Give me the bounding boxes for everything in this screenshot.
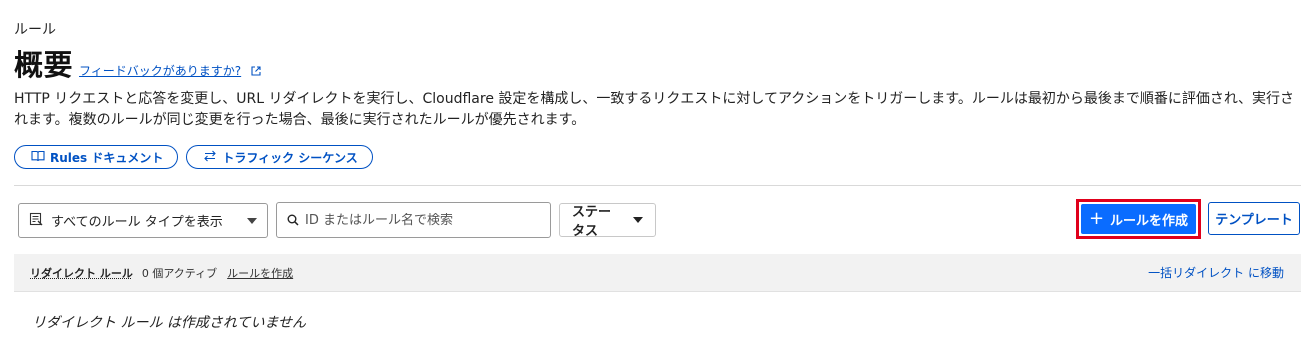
page-title: 概要 [14, 48, 74, 82]
bulk-redirect-link[interactable]: 一括リダイレクト に移動 [1148, 264, 1284, 281]
section-title: リダイレクト ルール [30, 266, 133, 280]
rule-type-select[interactable]: すべてのルール タイプを表示 [18, 203, 268, 238]
filter-list-icon [29, 212, 43, 230]
search-icon [287, 211, 299, 230]
search-input[interactable] [305, 212, 535, 228]
page-description: HTTP リクエストと応答を変更し、URL リダイレクトを実行し、Cloudfl… [14, 91, 1295, 128]
traffic-sequence-label: トラフィック シーケンス [222, 150, 358, 165]
swap-arrows-icon [203, 150, 222, 165]
empty-state-text: リダイレクト ルール は作成されていません [32, 315, 307, 331]
divider [14, 185, 1301, 186]
template-button[interactable]: テンプレート [1208, 202, 1300, 235]
active-count: 0 個アクティブ [141, 266, 218, 280]
rules-toolbar: すべてのルール タイプを表示 ステータス + ルールを作成 テンプレート [18, 199, 1300, 239]
rules-docs-button[interactable]: Rules ドキュメント [14, 145, 179, 169]
plus-icon: + [1088, 208, 1105, 229]
create-rule-button[interactable]: + ルールを作成 [1081, 204, 1196, 234]
external-link-icon[interactable] [251, 61, 261, 76]
caret-down-icon [247, 218, 257, 224]
feedback-link[interactable]: フィードバックがありますか? [79, 62, 241, 79]
status-dropdown[interactable]: ステータス [559, 203, 656, 239]
create-rule-label: ルールを作成 [1110, 213, 1189, 229]
create-rule-highlight: + ルールを作成 [1076, 199, 1201, 239]
title-row: 概要 フィードバックがありますか? [14, 42, 261, 84]
breadcrumb: ルール [14, 22, 56, 38]
caret-down-icon [633, 217, 643, 223]
traffic-sequence-button[interactable]: トラフィック シーケンス [186, 145, 373, 169]
rule-type-value: すべてのルール タイプを表示 [51, 215, 223, 230]
redirect-rules-header: リダイレクト ルール 0 個アクティブ ルールを作成 一括リダイレクト に移動 [14, 254, 1301, 292]
section-create-link[interactable]: ルールを作成 [227, 265, 293, 281]
rules-docs-label: Rules ドキュメント [50, 150, 164, 165]
search-box[interactable] [276, 202, 551, 238]
status-label: ステータス [572, 205, 612, 239]
doc-links: Rules ドキュメント トラフィック シーケンス [14, 145, 373, 169]
book-icon [31, 150, 50, 165]
